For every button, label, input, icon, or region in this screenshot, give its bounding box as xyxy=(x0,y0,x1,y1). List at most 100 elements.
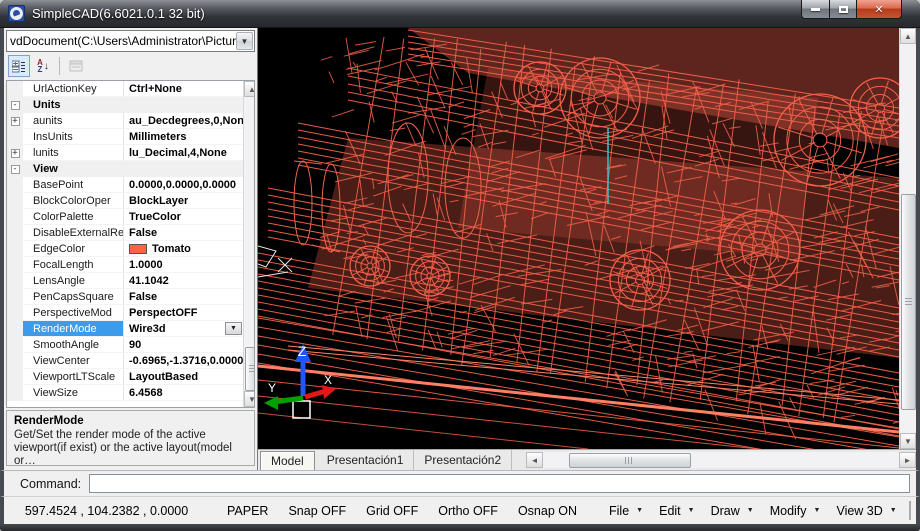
property-row[interactable]: PerspectiveModPerspectOFF xyxy=(7,305,243,321)
down-arrow-icon: ▼ xyxy=(248,395,255,404)
status-toggle-osnap[interactable]: Osnap ON xyxy=(508,504,587,518)
menu-view-3d[interactable]: View 3D▼ xyxy=(828,504,904,518)
tab-presentación2[interactable]: Presentación2 xyxy=(414,450,512,470)
drawing-canvas[interactable]: Z X Y xyxy=(258,28,899,449)
property-row[interactable]: DisableExternalRefeFalse xyxy=(7,225,243,241)
property-value-text: False xyxy=(129,291,157,303)
property-value-text: Tomato xyxy=(152,243,191,255)
menu-modify[interactable]: Modify▼ xyxy=(762,504,829,518)
combo-dropdown-button[interactable]: ▼ xyxy=(236,32,253,50)
property-value-text: 90 xyxy=(129,339,141,351)
viewport-scroll-down-button[interactable]: ▼ xyxy=(900,433,916,449)
property-row[interactable]: +aunitsau_Decdegrees,0,None xyxy=(7,113,243,129)
grid-vertical-scrollbar[interactable]: ▲ ▼ xyxy=(243,81,255,407)
category-row[interactable]: -Units xyxy=(7,97,243,113)
property-row[interactable]: ViewSize6.4568 xyxy=(7,385,243,401)
command-input[interactable] xyxy=(89,474,910,493)
close-button[interactable]: ✕ xyxy=(857,0,902,19)
chevron-down-icon: ▼ xyxy=(241,37,249,46)
property-row[interactable]: ViewportLTScale LayoutBased xyxy=(7,369,243,385)
tab-presentación1[interactable]: Presentación1 xyxy=(317,450,415,470)
app-window: SimpleCAD(6.6021.0.1 32 bit) ✕ vdDocumen… xyxy=(0,0,920,531)
viewport-scroll-thumb[interactable] xyxy=(901,194,916,410)
property-grid-toolbar: AZ ↓ xyxy=(6,54,255,78)
row-gutter xyxy=(7,225,23,241)
row-gutter xyxy=(7,321,23,337)
up-arrow-icon: ▲ xyxy=(904,32,912,41)
ucs-origin-box xyxy=(293,401,310,418)
property-value: Ctrl+None xyxy=(123,81,243,97)
menu-edit[interactable]: Edit▼ xyxy=(651,504,702,518)
property-row[interactable]: +lunits lu_Decimal,4,None xyxy=(7,145,243,161)
viewport-scroll-right-button[interactable]: ► xyxy=(899,452,916,468)
status-toggle-grid[interactable]: Grid OFF xyxy=(356,504,428,518)
category-row[interactable]: -View xyxy=(7,161,243,177)
caption-buttons: ✕ xyxy=(801,0,902,19)
property-row[interactable]: PenCapsSquareFalse xyxy=(7,289,243,305)
property-name: lunits xyxy=(23,145,123,161)
viewport-horizontal-scrollbar[interactable]: ◄ ► xyxy=(526,452,916,468)
viewport-scroll-up-button[interactable]: ▲ xyxy=(900,28,916,44)
property-value-text: LayoutBased xyxy=(129,371,198,383)
coordinates-display: 597.4524 , 104.2382 , 0.0000 xyxy=(4,504,209,518)
sort-az-icon: AZ ↓ xyxy=(37,59,49,73)
property-name: ViewportLTScale xyxy=(23,369,123,385)
property-value-text: TrueColor xyxy=(129,211,181,223)
title-bar[interactable]: SimpleCAD(6.6021.0.1 32 bit) ✕ xyxy=(0,0,920,28)
minimize-button[interactable] xyxy=(801,0,830,19)
property-value-text: Ctrl+None xyxy=(129,83,182,95)
collapse-box-icon[interactable]: - xyxy=(11,101,20,110)
viewport-hscroll-thumb[interactable] xyxy=(569,453,691,468)
expand-box-icon[interactable]: + xyxy=(11,149,20,158)
property-value: Millimeters xyxy=(123,129,243,145)
window-title: SimpleCAD(6.6021.0.1 32 bit) xyxy=(32,6,205,21)
grid-scroll-down-button[interactable]: ▼ xyxy=(244,391,255,407)
description-text: Get/Set the render mode of the active vi… xyxy=(14,429,247,466)
expand-box-icon[interactable]: + xyxy=(11,117,20,126)
collapse-box-icon[interactable]: - xyxy=(11,165,20,174)
grid-scroll-thumb[interactable] xyxy=(245,347,255,391)
property-row[interactable]: BasePoint0.0000,0.0000,0.0000 xyxy=(7,177,243,193)
property-row[interactable]: ColorPaletteTrueColor xyxy=(7,209,243,225)
grid-scroll-track[interactable] xyxy=(244,97,255,391)
property-panel: vdDocument(C:\Users\Administrator\Pictur… xyxy=(4,28,258,470)
categorized-button[interactable] xyxy=(8,55,30,77)
property-value-text: Wire3d xyxy=(129,323,166,335)
categorized-icon xyxy=(12,60,26,73)
property-row[interactable]: LensAngle41.1042 xyxy=(7,273,243,289)
row-gutter: - xyxy=(7,161,23,177)
property-row[interactable]: UrlActionKeyCtrl+None xyxy=(7,81,243,97)
menu-file[interactable]: File▼ xyxy=(601,504,651,518)
property-value: TrueColor xyxy=(123,209,243,225)
thumb-grip-icon xyxy=(905,298,912,305)
viewport-vertical-scrollbar[interactable]: ▲ ▼ xyxy=(899,28,916,449)
menu-draw[interactable]: Draw▼ xyxy=(703,504,762,518)
viewport-scroll-track[interactable] xyxy=(900,44,916,433)
tab-model[interactable]: Model xyxy=(260,451,315,470)
maximize-button[interactable] xyxy=(830,0,857,19)
property-row[interactable]: EdgeColorTomato xyxy=(7,241,243,257)
document-combobox[interactable]: vdDocument(C:\Users\Administrator\Pictur… xyxy=(6,30,255,52)
chevron-down-icon: ▼ xyxy=(636,507,643,514)
grid-scroll-up-button[interactable]: ▲ xyxy=(244,81,255,97)
viewport-hscroll-track[interactable] xyxy=(543,452,899,468)
status-toggle-snap[interactable]: Snap OFF xyxy=(278,504,356,518)
status-toggle-paper[interactable]: PAPER xyxy=(217,504,278,518)
property-row[interactable]: SmoothAngle90 xyxy=(7,337,243,353)
sort-alphabetical-button[interactable]: AZ ↓ xyxy=(32,55,54,77)
property-row[interactable]: BlockColorOperBlockLayer xyxy=(7,193,243,209)
row-gutter xyxy=(7,241,23,257)
property-row[interactable]: InsUnitsMillimeters xyxy=(7,129,243,145)
value-dropdown-button[interactable]: ▼ xyxy=(225,322,242,335)
y-axis-label: Y xyxy=(268,381,276,395)
status-toggle-ortho[interactable]: Ortho OFF xyxy=(428,504,508,518)
wireframe-drawing: Z X Y xyxy=(258,28,899,449)
property-row[interactable]: RenderModeWire3d▼ xyxy=(7,321,243,337)
property-value: 0.0000,0.0000,0.0000 xyxy=(123,177,243,193)
property-value-text: lu_Decimal,4,None xyxy=(129,147,227,159)
viewport-scroll-left-button[interactable]: ◄ xyxy=(526,452,543,468)
row-gutter xyxy=(7,209,23,225)
property-row[interactable]: FocalLength1.0000 xyxy=(7,257,243,273)
property-row[interactable]: ViewCenter-0.6965,-1.3716,0.0000 xyxy=(7,353,243,369)
x-axis-arrowhead-icon xyxy=(322,385,336,399)
